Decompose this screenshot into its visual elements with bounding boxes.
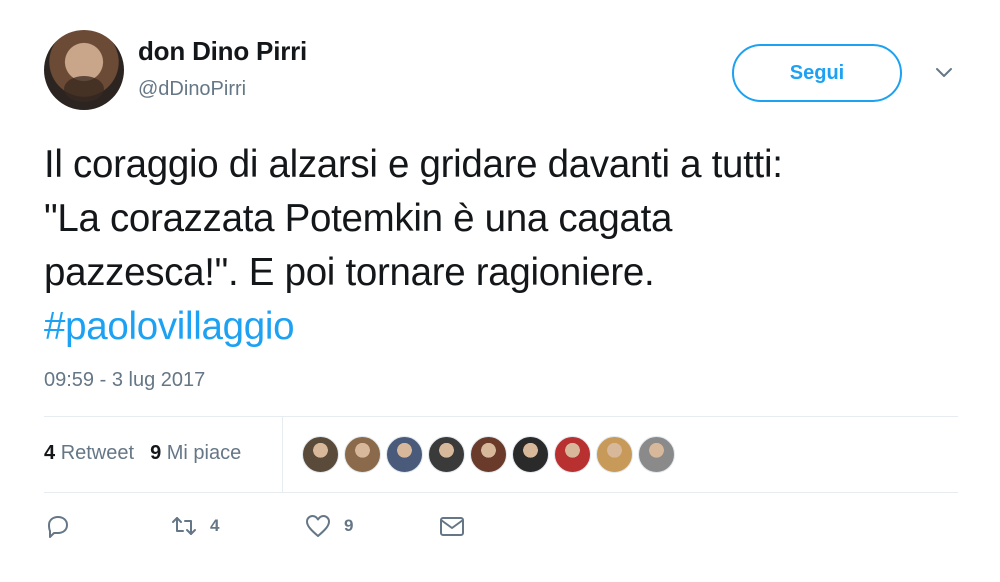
tweet-stats: 4 Retweet 9 Mi piace xyxy=(44,442,241,465)
like-button[interactable]: 9 xyxy=(304,512,438,540)
tweet-text-line: pazzesca!". E poi tornare ragioniere. xyxy=(44,251,655,294)
like-stat-label: Mi piace xyxy=(166,442,242,464)
reply-button[interactable] xyxy=(44,512,170,540)
tweet-text-line: "La corazzata Potemkin è una cagata xyxy=(44,197,673,240)
divider xyxy=(44,416,958,417)
liker-avatar[interactable] xyxy=(428,436,465,473)
hashtag-link[interactable]: #paolovillaggio xyxy=(44,300,974,354)
chevron-down-icon[interactable] xyxy=(934,62,954,82)
liker-avatar[interactable] xyxy=(302,436,339,473)
retweet-button[interactable]: 4 xyxy=(170,512,304,540)
liker-avatar[interactable] xyxy=(512,436,549,473)
reply-icon xyxy=(48,516,68,538)
tweet-text: Il coraggio di alzarsi e gridare davanti… xyxy=(44,138,974,354)
retweet-stat-count: 4 xyxy=(44,442,56,464)
liker-avatar[interactable] xyxy=(386,436,423,473)
divider xyxy=(282,417,283,493)
liker-avatars xyxy=(302,436,675,473)
liker-avatar[interactable] xyxy=(596,436,633,473)
direct-message-button[interactable] xyxy=(438,512,466,540)
retweet-stat[interactable]: 4 Retweet xyxy=(44,442,134,465)
author-avatar[interactable] xyxy=(44,30,124,110)
liker-avatar[interactable] xyxy=(638,436,675,473)
retweet-icon xyxy=(172,517,196,535)
author-handle[interactable]: @dDinoPirri xyxy=(138,78,246,101)
author-display-name[interactable]: don Dino Pirri xyxy=(138,36,307,67)
tweet-text-line: Il coraggio di alzarsi e gridare davanti… xyxy=(44,143,783,186)
action-bar: 4 9 xyxy=(44,512,466,540)
heart-icon xyxy=(306,515,330,537)
divider xyxy=(44,492,958,493)
liker-avatar[interactable] xyxy=(554,436,591,473)
retweet-stat-label: Retweet xyxy=(60,442,135,464)
liker-avatar[interactable] xyxy=(470,436,507,473)
liker-avatar[interactable] xyxy=(344,436,381,473)
tweet-card: don Dino Pirri @dDinoPirri Segui Il cora… xyxy=(0,0,1000,582)
follow-button[interactable]: Segui xyxy=(732,44,902,102)
retweet-count: 4 xyxy=(210,516,220,535)
envelope-icon xyxy=(440,517,464,536)
tweet-timestamp[interactable]: 09:59 - 3 lug 2017 xyxy=(44,369,205,392)
like-stat-count: 9 xyxy=(150,442,162,464)
like-stat[interactable]: 9 Mi piace xyxy=(150,442,241,465)
like-count: 9 xyxy=(344,516,354,535)
